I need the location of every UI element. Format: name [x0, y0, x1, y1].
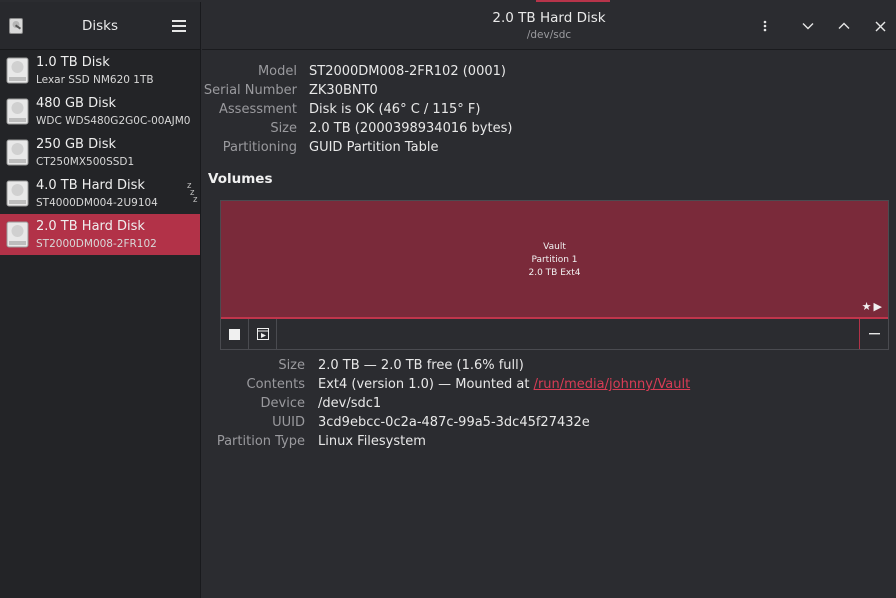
- property-label: Size: [270, 121, 297, 136]
- property-value: 2.0 TB (2000398934016 bytes): [309, 121, 513, 136]
- disk-model: Lexar SSD NM620 1TB: [36, 74, 154, 86]
- disk-name: 480 GB Disk: [36, 96, 116, 111]
- detail-value: 2.0 TB — 2.0 TB free (1.6% full): [318, 358, 524, 373]
- kebab-menu-icon[interactable]: [755, 16, 775, 36]
- disk-item-250gb[interactable]: 250 GB Disk CT250MX500SSD1: [0, 132, 200, 173]
- options-icon: [256, 328, 269, 340]
- property-value: Disk is OK (46° C / 115° F): [309, 102, 481, 117]
- partition-number: Partition 1: [531, 255, 578, 265]
- mount-point-link[interactable]: /run/media/johnny/Vault: [534, 377, 691, 392]
- hard-disk-icon: [6, 221, 29, 248]
- detail-value: 3cd9ebcc-0c2a-487c-99a5-3dc45f27432e: [318, 415, 590, 430]
- detail-label: Partition Type: [216, 434, 305, 449]
- hard-disk-icon: [6, 180, 29, 207]
- play-icon: ▶: [873, 300, 882, 313]
- drive-icon: [6, 57, 29, 84]
- disk-title: 2.0 TB Hard Disk: [492, 10, 606, 26]
- stop-icon: [229, 328, 240, 340]
- disk-model: WDC WDS480G2G0C-00AJM0: [36, 115, 191, 127]
- main-panel: 2.0 TB Hard Disk /dev/sdc Model ST2000DM…: [202, 2, 896, 598]
- drive-icon: [6, 98, 29, 125]
- disk-name: 2.0 TB Hard Disk: [36, 219, 145, 234]
- disk-model: ST2000DM008-2FR102: [36, 238, 157, 250]
- disk-item-1tb[interactable]: 1.0 TB Disk Lexar SSD NM620 1TB: [0, 50, 200, 91]
- contents-text: Ext4 (version 1.0) — Mounted at: [318, 377, 534, 392]
- star-icon: ★: [861, 300, 872, 313]
- detail-label: Device: [260, 396, 305, 411]
- detail-value: Linux Filesystem: [318, 434, 426, 449]
- delete-partition-button[interactable]: [859, 319, 888, 349]
- partition-options-button[interactable]: [249, 319, 277, 349]
- property-value: ST2000DM008-2FR102 (0001): [309, 64, 506, 79]
- detail-label: Size: [278, 358, 305, 373]
- volume-map: Vault Partition 1 2.0 TB Ext4 ★ ▶: [220, 200, 889, 350]
- minus-icon: [868, 333, 880, 335]
- sleep-icon: zzz: [187, 181, 197, 205]
- property-value: GUID Partition Table: [309, 140, 439, 155]
- drive-icon: [6, 139, 29, 166]
- main-header: 2.0 TB Hard Disk /dev/sdc: [202, 2, 896, 50]
- close-icon[interactable]: [870, 16, 890, 36]
- disk-model: ST4000DM004-2U9104: [36, 197, 158, 209]
- partition-name: Vault: [543, 242, 566, 252]
- detail-label: Contents: [246, 377, 305, 392]
- property-label: Assessment: [219, 102, 297, 117]
- detail-value: Ext4 (version 1.0) — Mounted at /run/med…: [318, 377, 690, 392]
- property-label: Partitioning: [222, 140, 297, 155]
- disk-list: 1.0 TB Disk Lexar SSD NM620 1TB 480 GB D…: [0, 50, 200, 255]
- partition-block[interactable]: Vault Partition 1 2.0 TB Ext4 ★ ▶: [221, 201, 888, 319]
- disk-item-2tb[interactable]: 2.0 TB Hard Disk ST2000DM008-2FR102: [0, 214, 200, 255]
- disk-item-4tb[interactable]: 4.0 TB Hard Disk ST4000DM004-2U9104 zzz: [0, 173, 200, 214]
- disk-item-480gb[interactable]: 480 GB Disk WDC WDS480G2G0C-00AJM0: [0, 91, 200, 132]
- device-path: /dev/sdc: [526, 29, 572, 41]
- volume-toolbar: [221, 319, 888, 349]
- partition-size-fs: 2.0 TB Ext4: [528, 268, 581, 278]
- sidebar-title: Disks: [81, 18, 119, 34]
- partition-flags: ★ ▶: [862, 300, 882, 313]
- unmount-button[interactable]: [221, 319, 249, 349]
- disk-name: 4.0 TB Hard Disk: [36, 178, 145, 193]
- menu-icon[interactable]: [172, 20, 186, 32]
- disk-model: CT250MX500SSD1: [36, 156, 135, 168]
- property-label: Model: [257, 64, 297, 79]
- maximize-icon[interactable]: [834, 16, 854, 36]
- detail-label: UUID: [272, 415, 305, 430]
- property-label: Serial Number: [203, 83, 297, 98]
- detail-value: /dev/sdc1: [318, 396, 382, 411]
- disk-name: 250 GB Disk: [36, 137, 116, 152]
- sidebar-header: Disks: [0, 2, 200, 50]
- volumes-heading: Volumes: [208, 171, 273, 187]
- disk-name: 1.0 TB Disk: [36, 55, 110, 70]
- minimize-icon[interactable]: [798, 16, 818, 36]
- partition-label: Vault Partition 1 2.0 TB Ext4: [221, 241, 888, 280]
- property-value: ZK30BNT0: [309, 83, 378, 98]
- sidebar: Disks 1.0 TB Disk Lexar SSD NM620 1TB 48…: [0, 2, 201, 598]
